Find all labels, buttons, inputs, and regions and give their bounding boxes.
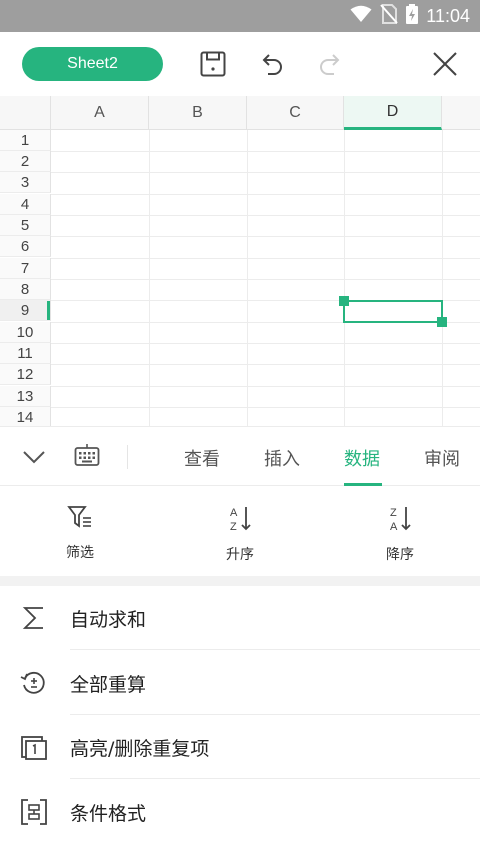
grid-line	[51, 364, 480, 365]
close-icon[interactable]	[431, 50, 459, 78]
menu-item-label: 高亮/删除重复项	[70, 737, 210, 760]
menu-item-label: 自动求和	[70, 608, 147, 631]
row-header-10[interactable]: 10	[0, 322, 51, 343]
sigma-icon	[20, 604, 48, 632]
row-header-1[interactable]: 1	[0, 130, 51, 151]
menu-item-label: 全部重算	[70, 673, 147, 696]
grid-line	[51, 258, 480, 259]
menu-item-autosum[interactable]: 自动求和	[0, 586, 480, 650]
ribbon-tab-bar: 查看 插入 数据 审阅	[0, 426, 480, 486]
row-header-12[interactable]: 12	[0, 364, 51, 385]
row-header-5[interactable]: 5	[0, 215, 51, 236]
tab-bar-divider	[127, 445, 128, 469]
quick-actions: 筛选 AZ 升序 ZA 降序	[0, 486, 480, 576]
selection-handle-bottom-right[interactable]	[437, 317, 447, 327]
filter-icon	[67, 504, 93, 534]
svg-text:A: A	[230, 507, 238, 519]
section-separator	[0, 576, 480, 586]
column-header-b[interactable]: B	[149, 96, 247, 130]
sort-descending-label: 降序	[386, 547, 414, 563]
grid-line	[51, 236, 480, 237]
undo-icon[interactable]	[258, 50, 286, 78]
grid-line	[442, 130, 443, 426]
sort-descending-button[interactable]: ZA 降序	[360, 504, 440, 564]
recalculate-icon	[20, 669, 48, 697]
grid-line	[51, 386, 480, 387]
row-header-7[interactable]: 7	[0, 258, 51, 279]
svg-text:Z: Z	[230, 521, 237, 532]
menu-item-conditional-format[interactable]: 条件格式	[0, 780, 480, 844]
grid-line	[149, 130, 150, 426]
grid-line	[51, 343, 480, 344]
grid-line	[51, 151, 480, 152]
filter-label: 筛选	[66, 545, 94, 561]
selection-handle-top-left[interactable]	[339, 296, 349, 306]
grid-line	[51, 194, 480, 195]
list-divider	[70, 649, 480, 650]
menu-item-duplicates[interactable]: 高亮/删除重复项	[0, 715, 480, 779]
wifi-icon	[350, 5, 372, 27]
tab-data[interactable]: 数据	[344, 445, 380, 471]
grid-line	[247, 130, 248, 426]
toolbar: Sheet2	[0, 32, 480, 96]
sheet-switch-button[interactable]: Sheet2	[22, 47, 163, 81]
redo-icon[interactable]	[316, 50, 344, 78]
conditional-format-icon	[20, 798, 48, 826]
keyboard-icon[interactable]	[74, 444, 100, 472]
grid-line	[51, 407, 480, 408]
save-icon[interactable]	[199, 50, 227, 78]
row-header-14[interactable]: 14	[0, 407, 51, 426]
sort-ascending-button[interactable]: AZ 升序	[200, 504, 280, 564]
svg-text:Z: Z	[390, 507, 397, 519]
row-header-13[interactable]: 13	[0, 386, 51, 407]
sort-ascending-label: 升序	[226, 547, 254, 563]
column-header-e-partial[interactable]	[442, 96, 480, 130]
grid-line	[51, 172, 480, 173]
filter-button[interactable]: 筛选	[40, 504, 120, 562]
sort-descending-icon: ZA	[387, 504, 413, 536]
status-bar: 11:04	[0, 0, 480, 32]
column-header-d[interactable]: D	[344, 96, 442, 130]
menu-item-label: 条件格式	[70, 802, 147, 825]
menu-item-recalculate[interactable]: 全部重算	[0, 651, 480, 715]
row-header-8[interactable]: 8	[0, 279, 51, 300]
row-header-9[interactable]: 9	[0, 300, 51, 321]
list-divider	[70, 778, 480, 779]
clock: 11:04	[426, 5, 470, 26]
battery-charging-icon	[406, 4, 419, 28]
sort-ascending-icon: AZ	[227, 504, 253, 536]
tab-review[interactable]: 审阅	[424, 445, 460, 471]
row-header-6[interactable]: 6	[0, 236, 51, 257]
selected-cell-d9[interactable]	[343, 300, 443, 323]
duplicates-icon	[20, 733, 48, 761]
tab-insert[interactable]: 插入	[264, 445, 300, 471]
row-header-11[interactable]: 11	[0, 343, 51, 364]
row-header-2[interactable]: 2	[0, 151, 51, 172]
column-header-a[interactable]: A	[51, 96, 149, 130]
grid-line	[51, 215, 480, 216]
select-all-corner[interactable]	[0, 96, 51, 130]
chevron-down-icon[interactable]	[22, 445, 46, 473]
no-sim-icon	[380, 4, 399, 28]
grid-line	[344, 130, 345, 426]
grid-line	[51, 279, 480, 280]
tab-view[interactable]: 查看	[184, 445, 220, 471]
row-header-4[interactable]: 4	[0, 194, 51, 215]
column-header-c[interactable]: C	[247, 96, 344, 130]
svg-text:A: A	[390, 521, 398, 532]
row-header-3[interactable]: 3	[0, 172, 51, 193]
spreadsheet-grid[interactable]: A B C D 1 2 3 4 5 6 7 8 9 10 11 12 13 14	[0, 96, 480, 426]
